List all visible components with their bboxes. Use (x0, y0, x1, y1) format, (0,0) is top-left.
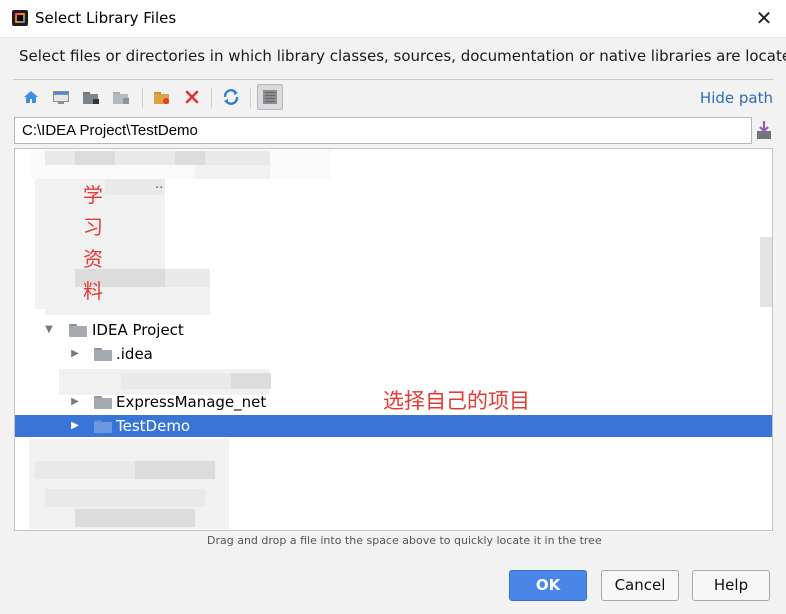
help-button[interactable]: Help (692, 570, 770, 601)
redacted-region (45, 151, 75, 165)
title-bar: Select Library Files ✕ (0, 0, 786, 38)
redacted-region (45, 287, 210, 315)
show-hidden-icon (263, 90, 277, 104)
show-hidden-toggle[interactable] (257, 84, 283, 110)
collapsed-arrow-icon[interactable]: ▶ (69, 343, 81, 365)
redacted-region (175, 151, 205, 165)
redacted-region (121, 373, 231, 389)
home-button[interactable] (18, 84, 44, 110)
instruction-text: Select files or directories in which lib… (19, 47, 786, 65)
redacted-region (35, 461, 135, 479)
redacted-region (195, 165, 270, 179)
hide-path-link[interactable]: Hide path (700, 89, 773, 107)
project-folder-icon (83, 92, 99, 104)
redacted-region (231, 373, 271, 389)
toolbar-separator (142, 88, 143, 108)
redacted-region (75, 509, 195, 527)
tree-node-idea-project[interactable]: ▼ IDEA Project (15, 319, 772, 341)
drag-drop-hint: Drag and drop a file into the space abov… (207, 534, 602, 547)
tree-node-idea[interactable]: ▶ .idea (15, 343, 772, 365)
folder-icon (94, 348, 112, 361)
history-dropdown-button[interactable] (755, 119, 773, 141)
expanded-arrow-icon[interactable]: ▼ (43, 319, 55, 341)
folder-icon (69, 324, 87, 337)
module-folder-icon (113, 92, 129, 104)
refresh-icon (223, 89, 239, 105)
collapsed-arrow-icon[interactable]: ▶ (69, 415, 81, 437)
redacted-region (135, 461, 215, 479)
redacted-region (165, 269, 210, 287)
folder-icon (94, 420, 112, 433)
cancel-button[interactable]: Cancel (601, 570, 679, 601)
delete-button[interactable] (179, 84, 205, 110)
tree-node-testdemo[interactable]: ▶ TestDemo (15, 415, 772, 437)
delete-icon (185, 90, 199, 104)
path-input[interactable] (14, 117, 752, 144)
vertical-scrollbar-thumb[interactable] (760, 237, 772, 307)
module-button[interactable] (108, 84, 134, 110)
toolbar-separator (211, 88, 212, 108)
redacted-region (75, 151, 115, 165)
ok-button[interactable]: OK (509, 570, 587, 601)
redacted-region (115, 151, 175, 165)
redacted-region (205, 151, 270, 165)
desktop-button[interactable] (48, 84, 74, 110)
new-folder-button[interactable] (149, 84, 175, 110)
file-tree[interactable]: .. ▼ IDEA Project ▶ .idea ▶ ExpressManag… (14, 148, 773, 531)
redacted-region (45, 489, 205, 507)
refresh-button[interactable] (218, 84, 244, 110)
home-icon (24, 91, 38, 103)
collapsed-arrow-icon[interactable]: ▶ (69, 391, 81, 413)
annotation-vertical-note: 学 习 资 料 (83, 183, 103, 303)
folder-icon (94, 396, 112, 409)
new-folder-icon (154, 92, 169, 104)
divider (13, 79, 773, 80)
intellij-app-icon (12, 10, 28, 26)
project-button[interactable] (78, 84, 104, 110)
download-history-icon (757, 121, 771, 139)
desktop-icon (53, 91, 69, 104)
annotation-select-project-note: 选择自己的项目 (383, 389, 530, 413)
window-title: Select Library Files (35, 9, 177, 27)
toolbar-separator (250, 88, 251, 108)
close-button[interactable]: ✕ (754, 8, 774, 28)
partial-label: .. (155, 177, 164, 192)
